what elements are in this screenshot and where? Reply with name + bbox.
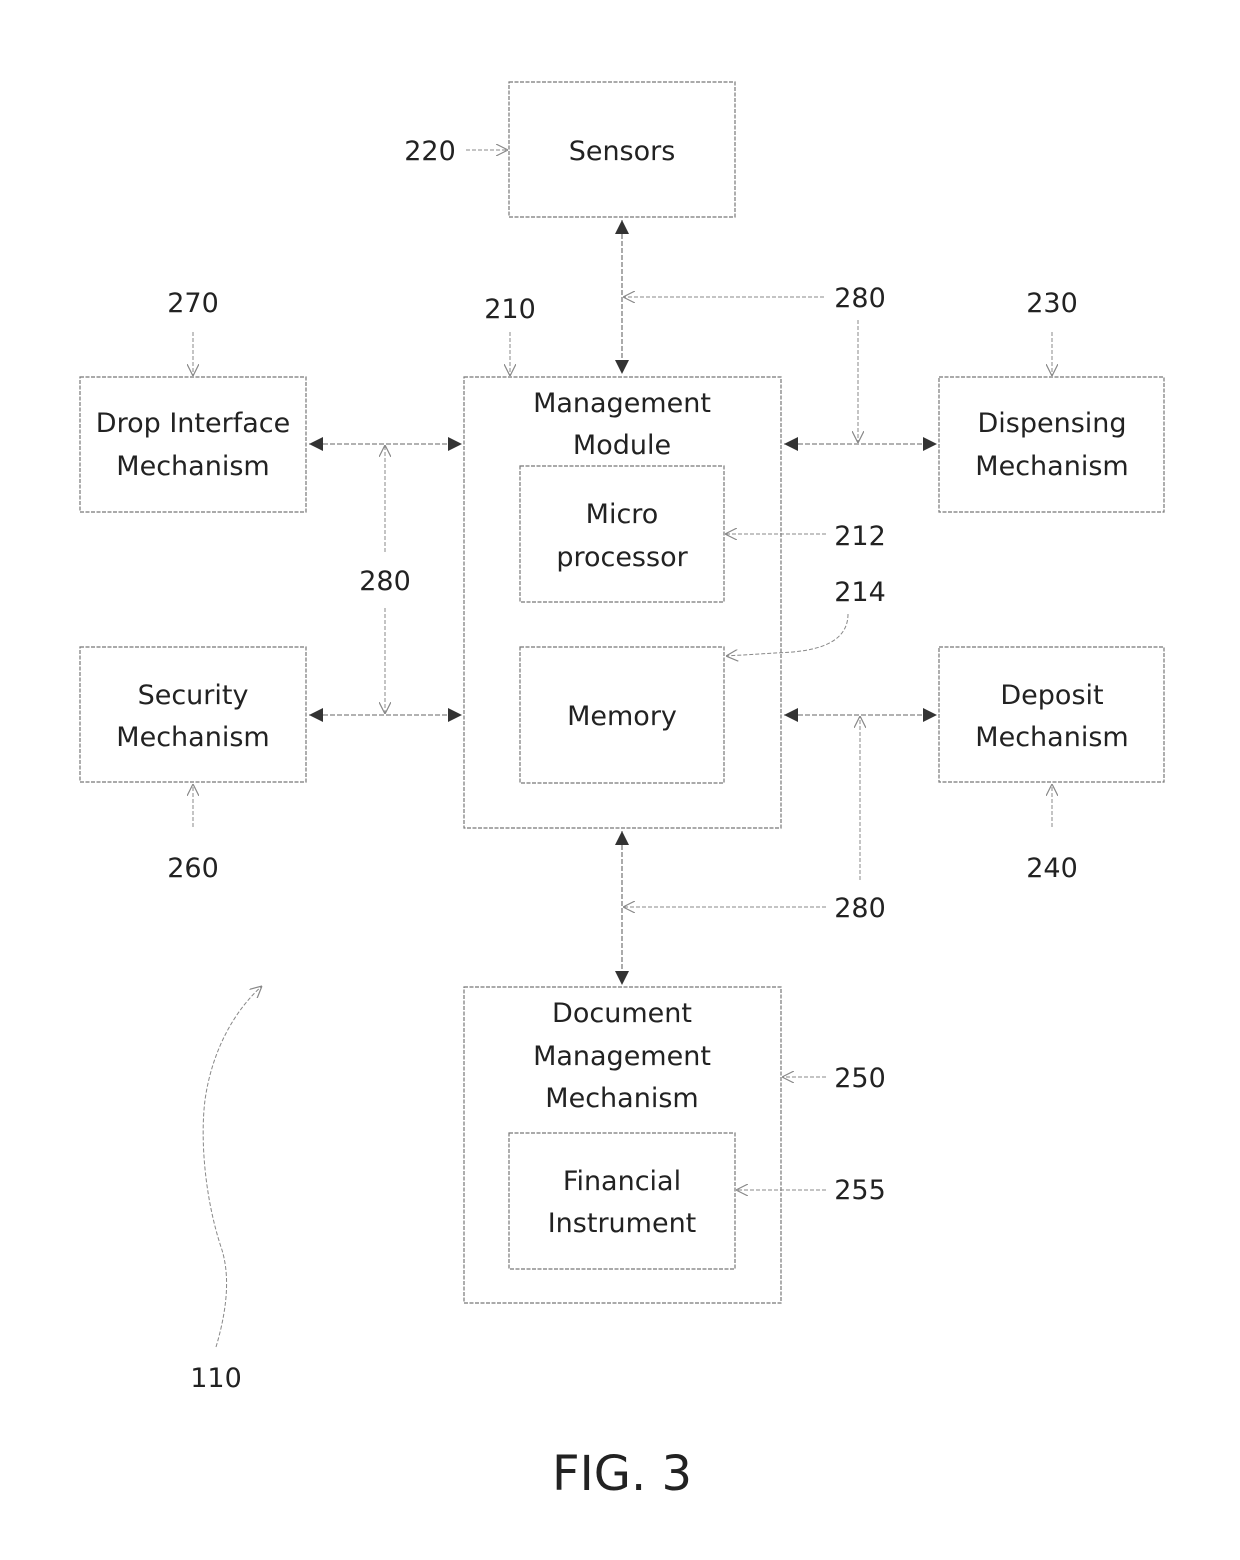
- document-management-label-2: Management: [533, 1041, 711, 1072]
- financial-instrument-label-1: Financial: [563, 1166, 681, 1197]
- dispensing-label-2: Mechanism: [975, 451, 1128, 482]
- ref-280-bottom: 280: [834, 893, 886, 924]
- ref-240: 240: [1026, 853, 1078, 884]
- drop-interface-label-2: Mechanism: [116, 451, 269, 482]
- lead-110: [202, 986, 262, 1348]
- microprocessor-block: Micro processor: [519, 465, 725, 603]
- ref-270: 270: [167, 288, 219, 319]
- sensors-block: Sensors: [508, 81, 736, 218]
- ref-280-left: 280: [359, 566, 411, 597]
- sensors-label: Sensors: [569, 136, 676, 167]
- deposit-block: Deposit Mechanism: [938, 646, 1165, 783]
- document-management-label-3: Mechanism: [545, 1083, 698, 1114]
- ref-250: 250: [834, 1063, 886, 1094]
- ref-212: 212: [834, 521, 886, 552]
- ref-220: 220: [404, 136, 456, 167]
- ref-280-top: 280: [834, 283, 886, 314]
- ref-110: 110: [190, 1363, 242, 1394]
- financial-instrument-block: Financial Instrument: [508, 1132, 736, 1270]
- ref-260: 260: [167, 853, 219, 884]
- ref-255: 255: [834, 1175, 886, 1206]
- deposit-label-2: Mechanism: [975, 722, 1128, 753]
- financial-instrument-label-2: Instrument: [548, 1208, 697, 1239]
- microprocessor-label-1: Micro: [586, 499, 659, 530]
- document-management-label-1: Document: [552, 998, 692, 1029]
- ref-214: 214: [834, 577, 886, 608]
- ref-230: 230: [1026, 288, 1078, 319]
- dispensing-block: Dispensing Mechanism: [938, 376, 1165, 513]
- microprocessor-label-2: processor: [556, 542, 688, 573]
- management-module-label-2: Module: [573, 430, 671, 461]
- security-label-2: Mechanism: [116, 722, 269, 753]
- drop-interface-block: Drop Interface Mechanism: [79, 376, 307, 513]
- memory-label: Memory: [567, 701, 677, 732]
- drop-interface-label-1: Drop Interface: [96, 408, 290, 439]
- security-label-1: Security: [138, 680, 249, 711]
- ref-210: 210: [484, 294, 536, 325]
- management-module-label-1: Management: [533, 388, 711, 419]
- memory-block: Memory: [519, 646, 725, 784]
- security-block: Security Mechanism: [79, 646, 307, 783]
- figure-label: FIG. 3: [552, 1446, 692, 1502]
- dispensing-label-1: Dispensing: [977, 408, 1126, 439]
- deposit-label-1: Deposit: [1000, 680, 1103, 711]
- block-diagram: Sensors 220 280 Management Module 210 Mi…: [79, 81, 1165, 1502]
